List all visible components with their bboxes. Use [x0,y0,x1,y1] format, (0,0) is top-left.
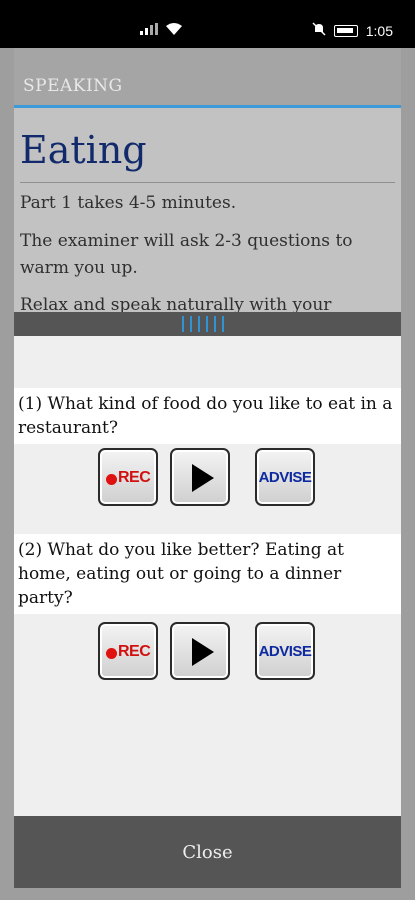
play-button-1[interactable] [170,448,230,506]
play-icon [192,464,214,492]
signal-icon [140,22,158,38]
status-right: 1:05 [312,22,393,39]
intro-paragraph-2: The examiner will ask 2-3 questions to w… [20,231,353,278]
battery-icon [333,24,358,37]
intro-paragraph-1: Part 1 takes 4-5 minutes. [20,193,237,213]
advise-button-2[interactable]: ADVISE [255,622,315,680]
question-1-text: (1) What kind of food do you like to eat… [14,388,401,444]
status-left [140,22,182,38]
record-dot-icon [106,648,117,659]
advise-label: ADVISE [258,469,312,486]
questions-panel: (1) What kind of food do you like to eat… [14,336,401,816]
advise-button-1[interactable]: ADVISE [255,448,315,506]
play-button-2[interactable] [170,622,230,680]
close-button[interactable]: Close [14,816,401,888]
play-icon [192,638,214,666]
close-label: Close [182,842,233,863]
app-title: SPEAKING [23,76,123,96]
title-divider [20,182,395,183]
grip-icon[interactable] [182,316,224,332]
clock: 1:05 [365,22,393,39]
wifi-icon [166,22,182,38]
question-2-text: (2) What do you like better? Eating at h… [14,534,401,614]
app-bar: SPEAKING [14,48,401,106]
record-label: REC [118,643,151,660]
drag-handle-bar[interactable] [14,312,401,336]
record-button-1[interactable]: REC [98,448,158,506]
record-button-2[interactable]: REC [98,622,158,680]
question-2-controls: REC ADVISE [14,622,401,680]
status-bar: 1:05 [0,0,415,48]
page-title: Eating [20,128,147,172]
dimmed-screen: SPEAKING Eating Part 1 takes 4-5 minutes… [0,48,415,900]
advise-label: ADVISE [258,643,312,660]
mute-icon [312,22,326,39]
record-dot-icon [106,474,117,485]
question-1-controls: REC ADVISE [14,448,401,506]
record-label: REC [118,469,151,486]
